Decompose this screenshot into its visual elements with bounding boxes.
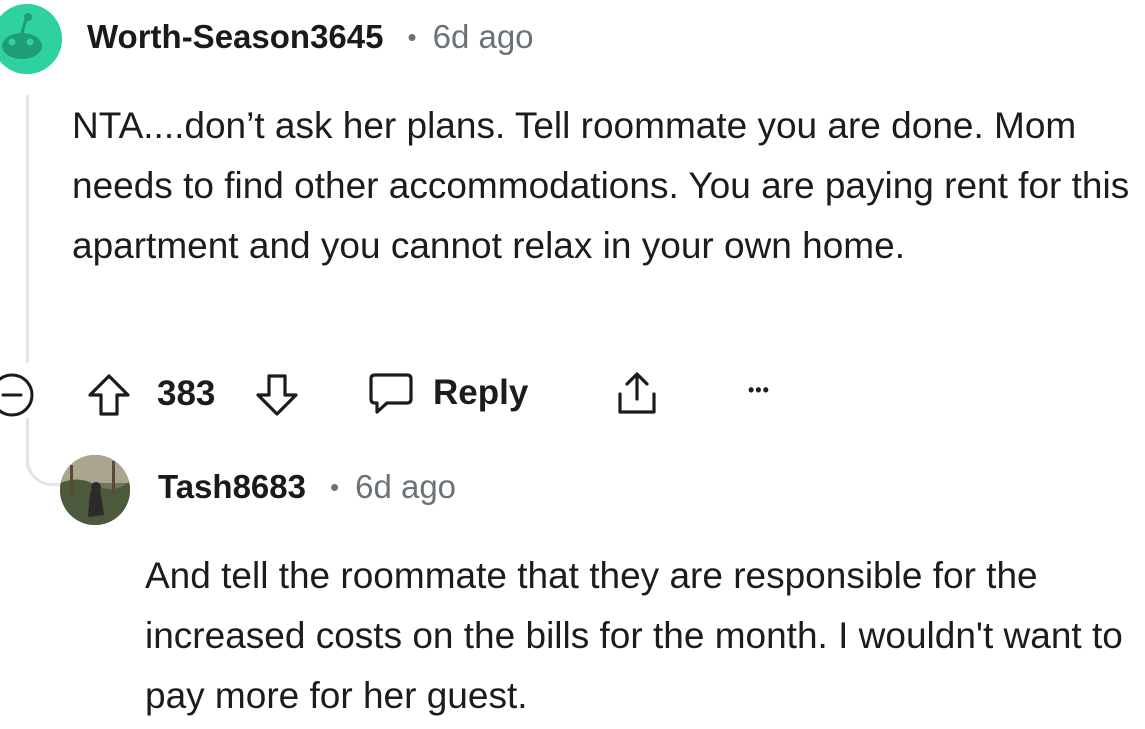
comment-header: Worth-Season3645 • 6d ago: [87, 18, 534, 56]
reply-label: Reply: [433, 373, 529, 412]
collapse-icon: [0, 373, 34, 417]
reply-bubble-icon: [369, 373, 413, 414]
more-options-icon[interactable]: •••: [748, 380, 770, 401]
timestamp[interactable]: 6d ago: [355, 468, 456, 506]
share-button[interactable]: [612, 368, 662, 418]
comment-body: NTA....don’t ask her plans. Tell roommat…: [72, 105, 1130, 266]
timestamp[interactable]: 6d ago: [433, 18, 534, 56]
comment-header: Tash8683 • 6d ago: [158, 468, 456, 506]
separator-dot: •: [407, 21, 417, 52]
snoo-avatar-icon: [0, 4, 62, 74]
upvote-icon: [88, 374, 130, 416]
user-photo-avatar: [60, 455, 130, 525]
thread-line-branch: [26, 440, 66, 486]
downvote-icon: [256, 374, 298, 416]
separator-dot: •: [329, 471, 340, 502]
avatar[interactable]: [60, 455, 130, 525]
username[interactable]: Tash8683: [158, 468, 306, 506]
thread-line: [26, 95, 29, 363]
username[interactable]: Worth-Season3645: [87, 18, 383, 56]
vote-score: 383: [157, 374, 216, 413]
avatar[interactable]: [0, 4, 62, 74]
reply-button[interactable]: Reply: [367, 369, 528, 417]
comment-body: And tell the roommate that they are resp…: [145, 555, 1123, 716]
downvote-button[interactable]: [252, 370, 302, 420]
upvote-button[interactable]: [84, 370, 134, 420]
collapse-button[interactable]: [0, 371, 36, 419]
share-icon: [618, 372, 656, 414]
